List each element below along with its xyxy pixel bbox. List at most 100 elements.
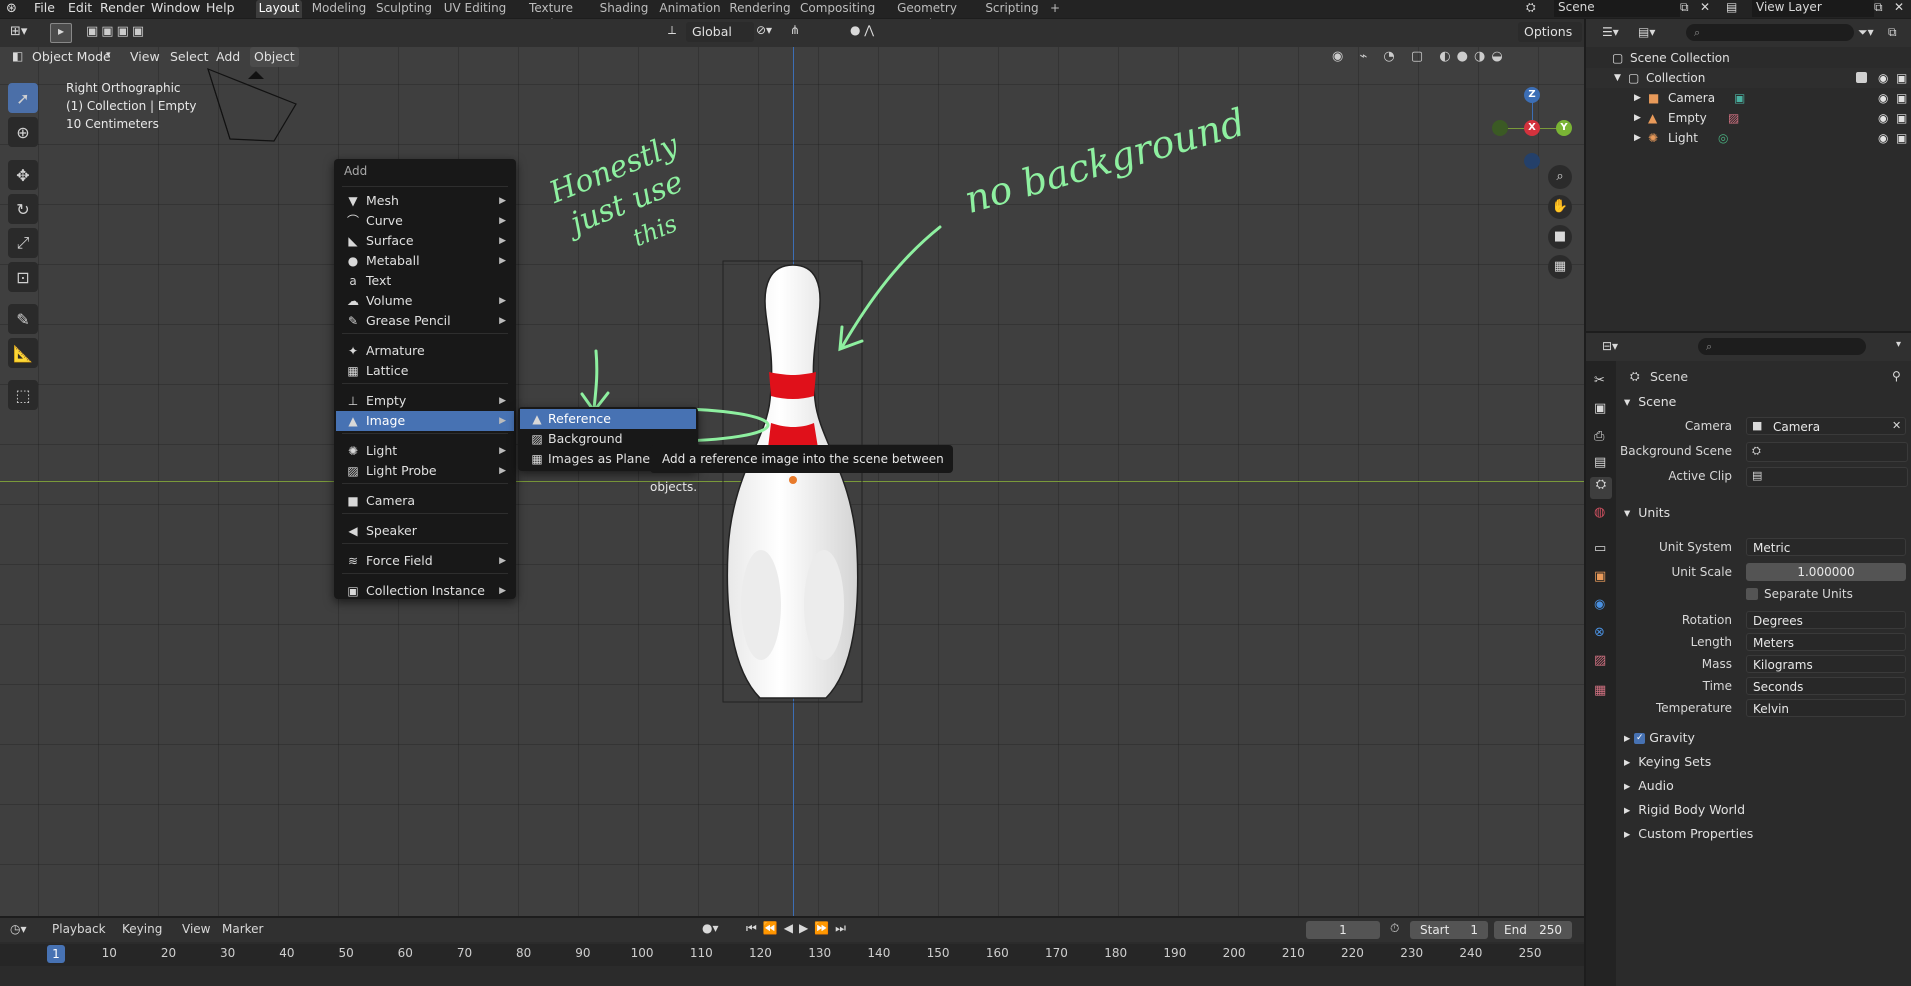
menu-item-light[interactable]: ✺ Light ▶: [336, 441, 514, 461]
gizmo-neg-y[interactable]: [1492, 120, 1508, 136]
keying-sets-section[interactable]: ▸ Keying Sets: [1624, 754, 1711, 769]
object-mode-dropdown[interactable]: Object Mode: [32, 47, 111, 67]
unit-system-dropdown[interactable]: Metric: [1746, 538, 1906, 556]
gravity-checkbox[interactable]: ✓: [1634, 733, 1646, 744]
viewport-shading-icons[interactable]: ◉ ⌁ ◔ ▢ ◐●◑◒: [1332, 49, 1509, 64]
menu-window[interactable]: Window: [151, 0, 200, 18]
scale-tool-icon[interactable]: ⤢: [8, 228, 38, 258]
end-frame-field[interactable]: End 250: [1494, 921, 1572, 939]
menu-item-lattice[interactable]: ▦ Lattice: [336, 361, 514, 381]
menu-render[interactable]: Render: [100, 0, 145, 18]
audio-section[interactable]: ▸ Audio: [1624, 778, 1674, 793]
menu-item-curve[interactable]: ⌒ Curve ▶: [336, 211, 514, 231]
menu-item-surface[interactable]: ◣ Surface ▶: [336, 231, 514, 251]
select-tool-icon[interactable]: ▸: [50, 23, 72, 43]
expand-arrow-icon[interactable]: ▼: [1614, 68, 1621, 88]
transform-orientation-dropdown[interactable]: Global: [686, 22, 754, 42]
filter-icon[interactable]: ⏷▾: [1858, 25, 1874, 40]
outliner-scene-collection[interactable]: ▢ Scene Collection: [1586, 48, 1911, 68]
orientation-icon[interactable]: ⟂: [668, 23, 676, 38]
background-scene-field[interactable]: [1746, 442, 1908, 462]
view-layer-field[interactable]: View Layer: [1752, 0, 1874, 17]
move-tool-icon[interactable]: ✥: [8, 160, 38, 190]
tab-layout[interactable]: Layout: [256, 0, 302, 18]
record-keyframe-icon[interactable]: ●▾: [702, 921, 719, 935]
active-clip-field[interactable]: [1746, 467, 1908, 487]
tab-rendering[interactable]: Rendering: [729, 0, 791, 18]
menu-item-camera[interactable]: ■ Camera: [336, 491, 514, 511]
custom-properties-section[interactable]: ▸ Custom Properties: [1624, 826, 1753, 841]
tab-compositing[interactable]: Compositing: [800, 0, 875, 18]
menu-item-armature[interactable]: ✦ Armature: [336, 341, 514, 361]
gizmo-z-axis[interactable]: Z: [1524, 87, 1540, 103]
new-collection-icon[interactable]: ⧉: [1888, 25, 1897, 40]
tool-tab-icon[interactable]: ✂: [1594, 373, 1605, 388]
menu-item-speaker[interactable]: ◀ Speaker: [336, 521, 514, 541]
tab-modeling[interactable]: Modeling: [310, 0, 368, 18]
measure-tool-icon[interactable]: 📐: [8, 338, 38, 368]
tab-animation[interactable]: Animation: [659, 0, 721, 18]
scene-icon[interactable]: ⛭: [1526, 0, 1536, 15]
outliner-empty[interactable]: ▶ ▲ Empty ▨ ◉ ▣: [1586, 108, 1911, 128]
pivot-icon[interactable]: ⊘▾: [756, 23, 772, 37]
menu-item-text[interactable]: a Text: [336, 271, 514, 291]
new-view-layer-icon[interactable]: ⧉: [1874, 0, 1883, 15]
view-menu[interactable]: View: [130, 47, 160, 67]
timeline-view-menu[interactable]: View: [182, 922, 210, 936]
menu-item-force-field[interactable]: ≋ Force Field ▶: [336, 551, 514, 571]
exclude-checkbox[interactable]: [1856, 72, 1867, 83]
timeline-editor-icon[interactable]: ◷▾: [10, 922, 27, 936]
render-camera-icon[interactable]: ▣: [1896, 108, 1907, 128]
expand-arrow-icon[interactable]: ▶: [1634, 108, 1641, 128]
tab-texture-paint[interactable]: Texture Paint: [515, 0, 587, 31]
delete-view-layer-icon[interactable]: ✕: [1894, 0, 1904, 14]
stopwatch-icon[interactable]: ⏱: [1390, 921, 1399, 936]
separate-units-checkbox[interactable]: [1746, 588, 1758, 600]
rigid-body-world-section[interactable]: ▸ Rigid Body World: [1624, 802, 1745, 817]
visibility-eye-icon[interactable]: ◉: [1878, 68, 1888, 88]
clear-field-icon[interactable]: ✕: [1892, 419, 1901, 432]
world-tab-icon[interactable]: ◍: [1594, 505, 1605, 520]
outliner-light[interactable]: ▶ ✺ Light ◎ ◉ ▣: [1586, 128, 1911, 148]
outliner-camera[interactable]: ▶ ■ Camera ▣ ◉ ▣: [1586, 88, 1911, 108]
editor-type-icon[interactable]: ⊞▾: [10, 24, 27, 39]
render-camera-icon[interactable]: ▣: [1896, 68, 1907, 88]
properties-search-input[interactable]: ⌕: [1698, 338, 1866, 355]
add-cube-tool-icon[interactable]: ⬚: [8, 380, 38, 410]
cursor-tool-icon[interactable]: ⊕: [8, 117, 38, 147]
gravity-section[interactable]: ▸ ✓ Gravity: [1624, 730, 1695, 745]
display-mode-icon[interactable]: ▤▾: [1638, 25, 1655, 39]
expand-arrow-icon[interactable]: ▶: [1634, 88, 1641, 108]
tab-sculpting[interactable]: Sculpting: [375, 0, 433, 18]
playhead[interactable]: 1: [47, 945, 65, 963]
add-workspace-icon[interactable]: +: [1046, 0, 1064, 18]
temperature-dropdown[interactable]: Kelvin: [1746, 699, 1906, 717]
current-frame-field[interactable]: 1: [1306, 921, 1380, 939]
menu-item-reference[interactable]: ▲ Reference: [520, 409, 696, 429]
menu-item-empty[interactable]: ⊥ Empty ▶: [336, 391, 514, 411]
gizmo-x-axis[interactable]: X: [1524, 120, 1540, 136]
menu-item-image[interactable]: ▲ Image ▶: [336, 411, 514, 431]
tab-uv-editing[interactable]: UV Editing: [441, 0, 509, 18]
new-scene-icon[interactable]: ⧉: [1680, 0, 1689, 15]
menu-item-mesh[interactable]: ▼ Mesh ▶: [336, 191, 514, 211]
camera-view-icon[interactable]: ■: [1548, 225, 1572, 249]
outliner-search-input[interactable]: ⌕: [1686, 24, 1854, 41]
units-section-header[interactable]: ▾ Units: [1624, 505, 1670, 520]
gizmo-neg-z[interactable]: [1524, 153, 1540, 169]
properties-editor-icon[interactable]: ⊟▾: [1602, 339, 1618, 353]
start-frame-field[interactable]: Start 1: [1410, 921, 1488, 939]
visibility-eye-icon[interactable]: ◉: [1878, 128, 1888, 148]
delete-scene-icon[interactable]: ✕: [1700, 0, 1710, 14]
chevron-down-icon[interactable]: ▾: [1896, 339, 1901, 350]
scene-name-field[interactable]: Scene: [1554, 0, 1680, 17]
proportional-edit-icon[interactable]: ● ⋀: [850, 23, 874, 37]
camera-field[interactable]: Camera: [1746, 417, 1906, 435]
pan-hand-icon[interactable]: ✋: [1548, 195, 1572, 219]
select-box-tool-icon[interactable]: ➚: [8, 83, 38, 113]
tab-shading[interactable]: Shading: [598, 0, 650, 18]
visibility-eye-icon[interactable]: ◉: [1878, 88, 1888, 108]
gizmo-y-axis[interactable]: Y: [1556, 120, 1572, 136]
scene-section-header[interactable]: ▾ Scene: [1624, 394, 1676, 409]
mass-dropdown[interactable]: Kilograms: [1746, 655, 1906, 673]
